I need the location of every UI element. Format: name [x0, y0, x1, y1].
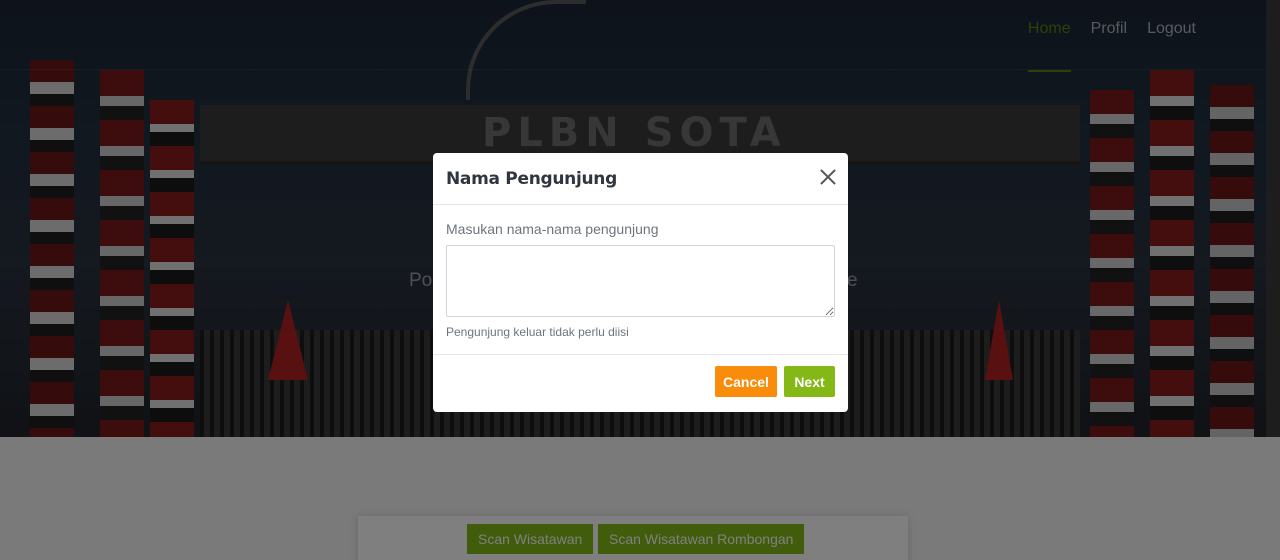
modal-header: Nama Pengunjung	[433, 153, 848, 205]
next-button[interactable]: Next	[784, 366, 835, 397]
modal-body: Masukan nama-nama pengunjung Pengunjung …	[433, 205, 848, 355]
modal-footer: Cancel Next	[433, 355, 848, 411]
visitor-names-textarea[interactable]	[446, 245, 835, 317]
visitor-name-modal: Nama Pengunjung Masukan nama-nama pengun…	[433, 153, 848, 412]
visitor-names-label: Masukan nama-nama pengunjung	[446, 221, 659, 237]
cancel-button[interactable]: Cancel	[715, 366, 777, 397]
modal-title: Nama Pengunjung	[446, 169, 617, 189]
visitor-names-help: Pengunjung keluar tidak perlu diisi	[446, 325, 629, 339]
close-icon[interactable]	[820, 169, 836, 185]
